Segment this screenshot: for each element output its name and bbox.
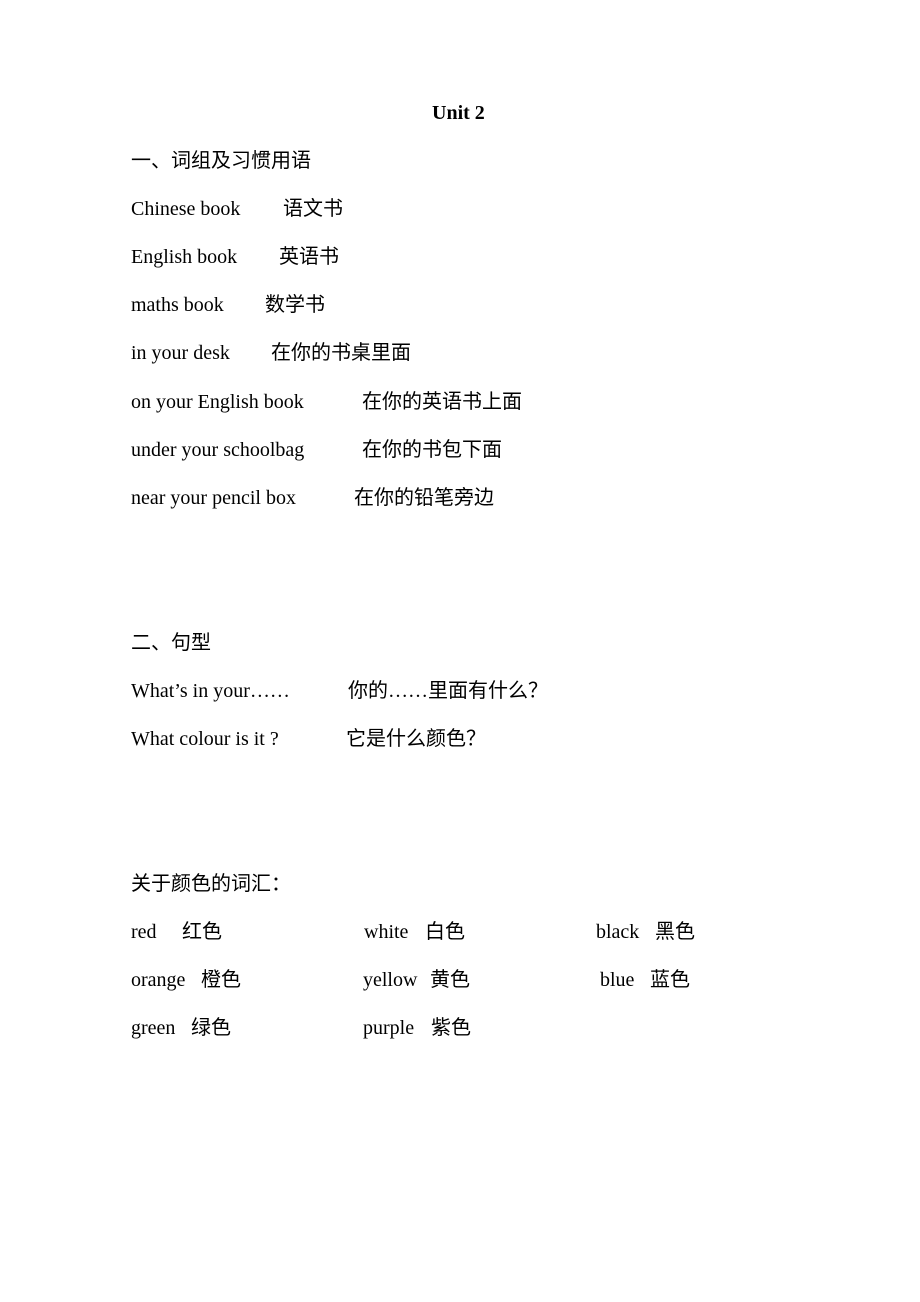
color-en: green (131, 1017, 176, 1039)
page-title: Unit 2 (432, 102, 485, 124)
sentence-zh: 你的……里面有什么？ (348, 680, 548, 702)
phrase-en: maths book (131, 294, 224, 316)
color-zh: 黑色 (655, 921, 695, 943)
phrase-zh: 语文书 (283, 198, 343, 220)
phrase-zh: 在你的铅笔旁边 (354, 487, 494, 509)
phrase-en: on your English book (131, 391, 304, 413)
section-heading-sentences: 二、句型 (131, 632, 211, 654)
color-en: purple (363, 1017, 415, 1039)
sentence-en: What’s in your…… (131, 680, 290, 702)
sentence-zh: 它是什么颜色？ (346, 728, 486, 750)
color-zh: 蓝色 (650, 969, 690, 991)
phrase-zh: 数学书 (265, 294, 325, 316)
color-en: white (364, 921, 409, 943)
section-heading-phrases: 一、词组及习惯用语 (131, 150, 311, 172)
color-en: orange (131, 969, 186, 991)
phrase-zh: 在你的书桌里面 (271, 342, 411, 364)
phrase-en: in your desk (131, 342, 230, 364)
color-zh: 红色 (182, 921, 222, 943)
phrase-zh: 在你的英语书上面 (362, 391, 522, 413)
section-heading-colors: 关于颜色的词汇： (131, 873, 291, 895)
phrase-en: near your pencil box (131, 487, 296, 509)
color-en: red (131, 921, 157, 943)
color-en: blue (600, 969, 635, 991)
color-zh: 白色 (425, 921, 465, 943)
phrase-en: Chinese book (131, 198, 241, 220)
phrase-en: under your schoolbag (131, 439, 305, 461)
color-en: yellow (363, 969, 418, 991)
color-en: black (596, 921, 640, 943)
color-zh: 绿色 (191, 1017, 231, 1039)
sentence-en: What colour is it ? (131, 728, 279, 750)
color-zh: 黄色 (430, 969, 470, 991)
color-zh: 紫色 (431, 1017, 471, 1039)
phrase-en: English book (131, 246, 238, 268)
phrase-zh: 英语书 (279, 246, 339, 268)
phrase-zh: 在你的书包下面 (362, 439, 502, 461)
color-zh: 橙色 (201, 969, 241, 991)
